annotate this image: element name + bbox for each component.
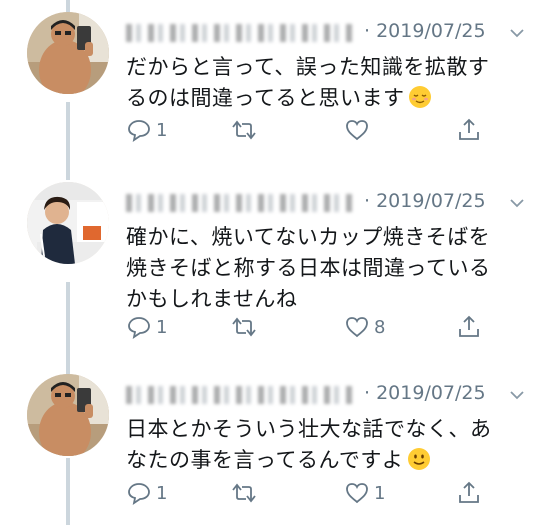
like-button[interactable]: 8: [344, 312, 385, 342]
like-count: 1: [374, 482, 386, 504]
share-icon: [459, 481, 479, 503]
reply-button[interactable]: 1: [126, 478, 167, 508]
reply-count: 1: [156, 119, 168, 141]
chevron-down-icon[interactable]: [508, 194, 526, 212]
reply-button[interactable]: 1: [126, 312, 167, 342]
reply-icon: [128, 120, 150, 142]
chevron-down-icon[interactable]: [508, 386, 526, 404]
tweet-text-line: 日本とかそういう壮大な話でなく、あ: [126, 417, 492, 441]
reply-button[interactable]: 1: [126, 115, 167, 145]
user-name[interactable]: [126, 386, 354, 404]
tweet-actions: 1 1: [126, 478, 496, 508]
like-count: 8: [374, 316, 386, 338]
relieved-face-icon: [409, 86, 432, 108]
tweet-date[interactable]: · 2019/07/25: [364, 382, 486, 404]
thread-line: [66, 0, 70, 12]
tweet-text: 日本とかそういう壮大な話でなく、あ なたの事を言ってるんですよ: [126, 414, 521, 476]
chevron-down-icon[interactable]: [508, 24, 526, 42]
like-button[interactable]: [344, 115, 374, 145]
tweet-text-line: 焼きそばと称する日本は間違っている: [126, 256, 491, 280]
retweet-icon: [232, 483, 256, 503]
user-name[interactable]: [126, 24, 354, 42]
reply-icon: [128, 317, 150, 339]
like-button[interactable]: 1: [344, 478, 385, 508]
tweet-date[interactable]: · 2019/07/25: [364, 20, 486, 42]
reply-icon: [128, 483, 150, 505]
tweet-text-line: 確かに、焼いてないカップ焼きそばを: [126, 225, 491, 249]
tweet[interactable]: · 2019/07/25 だからと言って、誤った知識を拡散す るのは間違ってると…: [0, 12, 550, 182]
share-button[interactable]: [456, 478, 486, 508]
share-button[interactable]: [456, 312, 486, 342]
share-button[interactable]: [456, 115, 486, 145]
tweet-actions: 1 8: [126, 312, 496, 342]
retweet-button[interactable]: [231, 312, 261, 342]
tweet-header: · 2019/07/25: [126, 382, 526, 408]
tweet-text: 確かに、焼いてないカップ焼きそばを 焼きそばと称する日本は間違っている かもしれ…: [126, 222, 521, 315]
reply-count: 1: [156, 482, 168, 504]
share-icon: [459, 315, 479, 337]
avatar[interactable]: [27, 374, 109, 456]
user-name[interactable]: [126, 194, 354, 212]
retweet-icon: [232, 317, 256, 337]
avatar[interactable]: [27, 12, 109, 94]
heart-icon: [346, 317, 368, 338]
tweet[interactable]: · 2019/07/25 確かに、焼いてないカップ焼きそばを 焼きそばと称する日…: [0, 182, 550, 372]
tweet-text-line: かもしれませんね: [126, 287, 298, 311]
tweet-date[interactable]: · 2019/07/25: [364, 190, 486, 212]
tweet-text-line: だからと言って、誤った知識を拡散す: [126, 55, 490, 79]
avatar[interactable]: [27, 182, 109, 264]
tweet-text-line: なたの事を言ってるんですよ: [126, 445, 521, 476]
heart-icon: [346, 483, 368, 504]
reply-count: 1: [156, 316, 168, 338]
tweet-header: · 2019/07/25: [126, 20, 526, 46]
share-icon: [459, 118, 479, 140]
retweet-icon: [232, 120, 256, 140]
smiling-face-icon: [408, 448, 431, 470]
retweet-button[interactable]: [231, 115, 261, 145]
tweet-header: · 2019/07/25: [126, 190, 526, 216]
tweet-text-line: るのは間違ってると思います: [126, 83, 521, 114]
tweet[interactable]: · 2019/07/25 日本とかそういう壮大な話でなく、あ なたの事を言ってる…: [0, 374, 550, 525]
retweet-button[interactable]: [231, 478, 261, 508]
heart-icon: [346, 120, 368, 141]
tweet-text: だからと言って、誤った知識を拡散す るのは間違ってると思います: [126, 52, 521, 114]
tweet-actions: 1: [126, 115, 496, 145]
